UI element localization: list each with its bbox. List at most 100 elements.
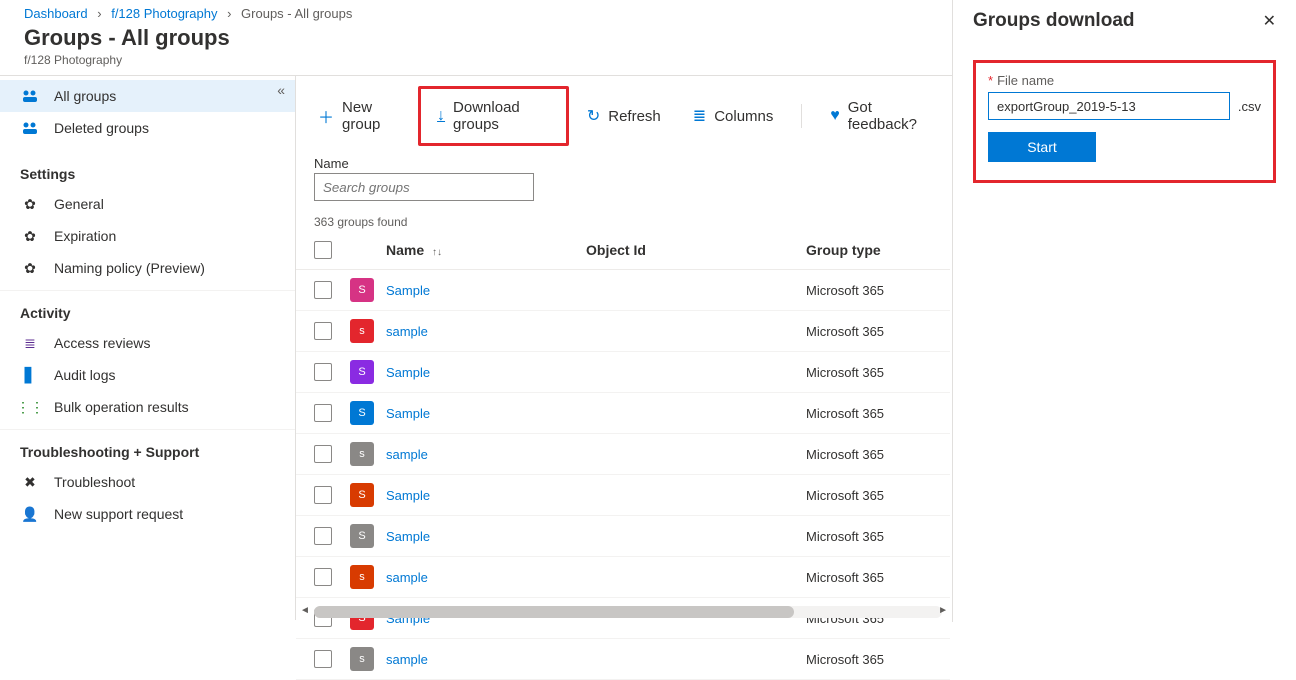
group-name-link[interactable]: sample bbox=[386, 570, 428, 585]
columns-button[interactable]: ≣ Columns bbox=[679, 100, 788, 132]
col-header-name[interactable]: Name ↑↓ bbox=[386, 242, 586, 258]
sidebar-item-label: New support request bbox=[54, 506, 183, 522]
group-name-link[interactable]: Sample bbox=[386, 488, 430, 503]
sidebar-item-access-reviews[interactable]: ≣ Access reviews bbox=[0, 327, 295, 359]
group-name-link[interactable]: Sample bbox=[386, 406, 430, 421]
group-type-cell: Microsoft 365 bbox=[806, 283, 946, 298]
row-checkbox[interactable] bbox=[314, 568, 332, 586]
col-header-object-id[interactable]: Object Id bbox=[586, 242, 806, 258]
label-text: File name bbox=[997, 73, 1054, 88]
sidebar-item-new-support[interactable]: 👤 New support request bbox=[0, 498, 295, 530]
scroll-right-icon[interactable]: ► bbox=[938, 605, 948, 616]
table-row[interactable]: ssample Microsoft 365 bbox=[296, 434, 950, 475]
breadcrumb-dashboard[interactable]: Dashboard bbox=[24, 6, 88, 21]
table-row[interactable]: S Sample Microsoft 365 bbox=[296, 352, 950, 393]
group-avatar: s bbox=[350, 442, 374, 466]
horizontal-scrollbar[interactable]: ◄ ► bbox=[314, 606, 942, 618]
panel-title: Groups download bbox=[973, 10, 1135, 32]
sort-icon: ↑↓ bbox=[432, 247, 442, 258]
group-avatar: S bbox=[350, 278, 374, 302]
sidebar-item-label: General bbox=[54, 196, 104, 212]
header-label: Name bbox=[386, 242, 424, 258]
group-name-link[interactable]: Sample bbox=[386, 283, 430, 298]
file-name-input[interactable] bbox=[988, 92, 1230, 120]
sidebar-item-expiration[interactable]: ✿ Expiration bbox=[0, 220, 295, 252]
content-area: ＋ New group ↓ Download groups ↻ Refresh … bbox=[296, 76, 950, 620]
group-type-cell: Microsoft 365 bbox=[806, 652, 946, 667]
start-button[interactable]: Start bbox=[988, 132, 1096, 162]
collapse-sidebar-icon[interactable]: « bbox=[277, 82, 285, 98]
select-all-checkbox[interactable] bbox=[314, 241, 332, 259]
group-avatar: S bbox=[350, 360, 374, 384]
group-name-link[interactable]: sample bbox=[386, 447, 428, 462]
group-type-cell: Microsoft 365 bbox=[806, 365, 946, 380]
toolbar-separator bbox=[801, 104, 802, 128]
row-checkbox[interactable] bbox=[314, 445, 332, 463]
table-row[interactable]: ssampleMicrosoft 365 bbox=[296, 639, 950, 680]
button-label: Refresh bbox=[608, 108, 661, 125]
heart-icon: ♥ bbox=[830, 107, 840, 125]
row-checkbox[interactable] bbox=[314, 322, 332, 340]
filter-label: Name bbox=[314, 156, 932, 171]
group-avatar: S bbox=[350, 483, 374, 507]
refresh-button[interactable]: ↻ Refresh bbox=[573, 100, 675, 132]
group-name-link[interactable]: Sample bbox=[386, 365, 430, 380]
table-row[interactable]: ssampleMicrosoft 365 bbox=[296, 557, 950, 598]
button-label: Columns bbox=[714, 108, 773, 125]
sidebar-item-general[interactable]: ✿ General bbox=[0, 188, 295, 220]
sidebar-section-activity: Activity bbox=[0, 290, 295, 327]
sidebar-item-audit-logs[interactable]: ▋ Audit logs bbox=[0, 359, 295, 391]
file-name-label: *File name bbox=[988, 73, 1261, 88]
sidebar-item-troubleshoot[interactable]: ✖ Troubleshoot bbox=[0, 466, 295, 498]
gear-icon: ✿ bbox=[20, 196, 40, 212]
breadcrumb-current: Groups - All groups bbox=[241, 6, 352, 21]
row-checkbox[interactable] bbox=[314, 486, 332, 504]
group-type-cell: Microsoft 365 bbox=[806, 447, 946, 462]
download-groups-button[interactable]: ↓ Download groups bbox=[418, 86, 569, 146]
table-row[interactable]: SSampleMicrosoft 365 bbox=[296, 475, 950, 516]
group-name-link[interactable]: sample bbox=[386, 652, 428, 667]
book-icon: ▋ bbox=[20, 367, 40, 383]
row-checkbox[interactable] bbox=[314, 363, 332, 381]
scrollbar-thumb[interactable] bbox=[314, 606, 794, 618]
breadcrumb-sep: › bbox=[97, 6, 101, 21]
table-row[interactable]: SSampleMicrosoft 365 bbox=[296, 516, 950, 557]
group-name-link[interactable]: Sample bbox=[386, 529, 430, 544]
sidebar: « All groups Deleted groups Settings ✿ G… bbox=[0, 76, 296, 620]
sidebar-item-bulk-results[interactable]: ⋮⋮ Bulk operation results bbox=[0, 391, 295, 423]
group-name-link[interactable]: sample bbox=[386, 324, 428, 339]
sidebar-item-all-groups[interactable]: All groups bbox=[0, 80, 295, 112]
button-label: Download groups bbox=[453, 99, 550, 133]
table-row[interactable]: ssampleMicrosoft 365 bbox=[296, 311, 950, 352]
sidebar-item-deleted-groups[interactable]: Deleted groups bbox=[0, 112, 295, 144]
button-label: Got feedback? bbox=[848, 99, 928, 133]
row-checkbox[interactable] bbox=[314, 281, 332, 299]
table-row[interactable]: SSampleMicrosoft 365 bbox=[296, 598, 950, 639]
groups-icon bbox=[20, 120, 40, 136]
table-header: Name ↑↓ Object Id Group type bbox=[296, 235, 950, 270]
group-avatar: S bbox=[350, 524, 374, 548]
new-group-button[interactable]: ＋ New group bbox=[304, 93, 414, 139]
scroll-left-icon[interactable]: ◄ bbox=[300, 605, 310, 616]
filter-area: Name bbox=[296, 156, 950, 207]
col-header-group-type[interactable]: Group type bbox=[806, 242, 946, 258]
feedback-button[interactable]: ♥ Got feedback? bbox=[816, 93, 942, 139]
download-panel: Groups download ✕ *File name .csv Start bbox=[952, 0, 1296, 622]
breadcrumb-org[interactable]: f/128 Photography bbox=[111, 6, 217, 21]
sidebar-item-naming-policy[interactable]: ✿ Naming policy (Preview) bbox=[0, 252, 295, 284]
table-row[interactable]: S Sample Microsoft 365 bbox=[296, 270, 950, 311]
groups-icon bbox=[20, 88, 40, 104]
row-checkbox[interactable] bbox=[314, 650, 332, 668]
close-icon[interactable]: ✕ bbox=[1263, 11, 1276, 31]
tools-icon: ✖ bbox=[20, 474, 40, 490]
row-checkbox[interactable] bbox=[314, 527, 332, 545]
download-icon: ↓ bbox=[437, 107, 445, 125]
table-row[interactable]: SSampleMicrosoft 365 bbox=[296, 393, 950, 434]
gear-icon: ✿ bbox=[20, 260, 40, 276]
cluster-icon: ⋮⋮ bbox=[20, 399, 40, 415]
panel-highlight-box: *File name .csv Start bbox=[973, 60, 1276, 183]
sidebar-section-settings: Settings bbox=[0, 152, 295, 188]
row-checkbox[interactable] bbox=[314, 404, 332, 422]
search-input[interactable] bbox=[314, 173, 534, 201]
plus-icon: ＋ bbox=[318, 104, 334, 128]
